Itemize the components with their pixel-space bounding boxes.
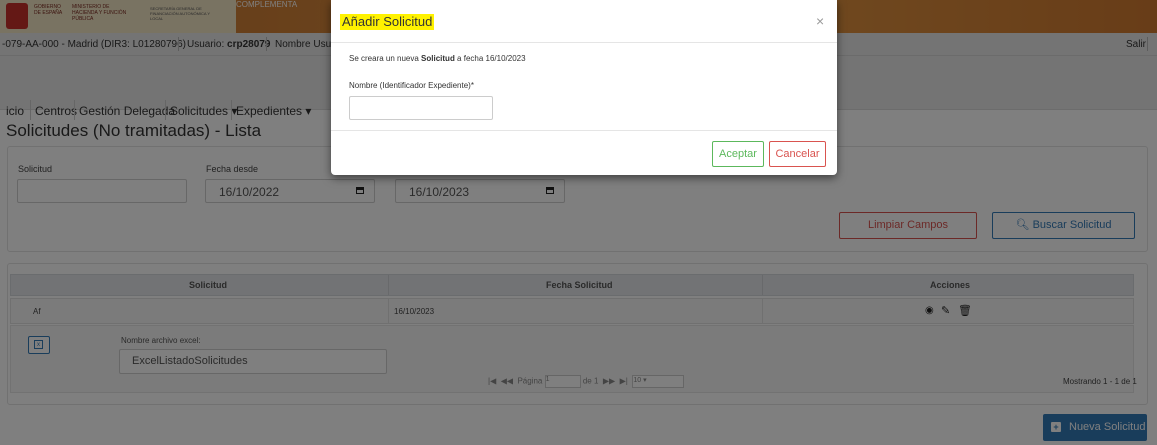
cancel-button[interactable]: Cancelar <box>769 141 826 167</box>
info-prefix: Se creara un nueva <box>349 54 422 63</box>
info-suffix: a fecha 16/10/2023 <box>454 54 526 63</box>
modal-info-text: Se creara un nueva Solicitud a fecha 16/… <box>349 54 526 63</box>
divider <box>331 130 837 131</box>
close-icon[interactable]: × <box>816 13 824 29</box>
request-name-input[interactable] <box>349 96 493 120</box>
info-bold: Solicitud <box>421 54 455 63</box>
request-name-label: Nombre (Identificador Expediente)* <box>349 81 474 90</box>
divider <box>331 42 837 43</box>
modal-title: Añadir Solicitud <box>340 14 435 30</box>
accept-button[interactable]: Aceptar <box>712 141 764 167</box>
